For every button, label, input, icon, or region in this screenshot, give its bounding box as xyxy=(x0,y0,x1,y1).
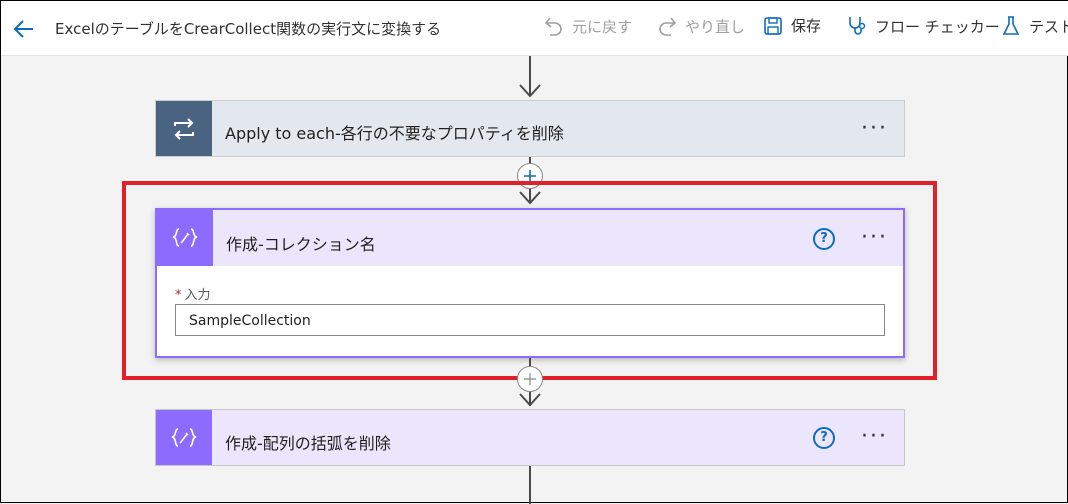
save-button[interactable]: 保存 xyxy=(763,15,821,36)
test-label: テスト xyxy=(1029,17,1068,36)
undo-button[interactable]: 元に戻す xyxy=(544,15,632,37)
undo-label: 元に戻す xyxy=(572,17,633,36)
help-icon[interactable]: ? xyxy=(813,427,835,449)
insert-step-button[interactable] xyxy=(517,366,543,392)
step-title: Apply to each-各行の不要なプロパティを削除 xyxy=(225,124,564,143)
test-button[interactable]: テスト xyxy=(1001,15,1068,37)
arrow-down-icon xyxy=(519,84,541,98)
loop-icon xyxy=(156,101,212,156)
plus-icon xyxy=(524,373,536,385)
redo-icon xyxy=(659,17,677,36)
flow-title: ExcelのテーブルをCrearCollect関数の実行文に変換する xyxy=(55,20,442,38)
compose-icon xyxy=(156,410,212,465)
more-options-button[interactable]: ··· xyxy=(861,426,888,448)
command-bar: ExcelのテーブルをCrearCollect関数の実行文に変換する 元に戻す … xyxy=(1,1,1068,56)
flask-icon xyxy=(1002,16,1020,35)
connector-line xyxy=(529,466,531,504)
save-label: 保存 xyxy=(791,17,822,35)
arrow-down-icon xyxy=(519,393,541,407)
redo-button[interactable]: やり直し xyxy=(657,15,745,37)
undo-icon xyxy=(544,17,562,36)
step-compose-remove-brackets[interactable]: 作成-配列の括弧を削除 ? ··· xyxy=(155,409,905,466)
redo-label: やり直し xyxy=(685,17,746,36)
step-title: 作成-配列の括弧を削除 xyxy=(225,434,391,453)
stethoscope-icon xyxy=(849,17,866,35)
highlight-annotation xyxy=(122,181,937,380)
back-arrow-icon[interactable] xyxy=(11,16,37,42)
flow-checker-button[interactable]: フロー チェッカー xyxy=(847,15,1000,37)
save-icon xyxy=(764,16,782,35)
more-options-button[interactable]: ··· xyxy=(861,118,888,140)
step-apply-to-each[interactable]: Apply to each-各行の不要なプロパティを削除 ··· xyxy=(155,100,905,157)
flow-checker-label: フロー チェッカー xyxy=(875,17,1000,36)
